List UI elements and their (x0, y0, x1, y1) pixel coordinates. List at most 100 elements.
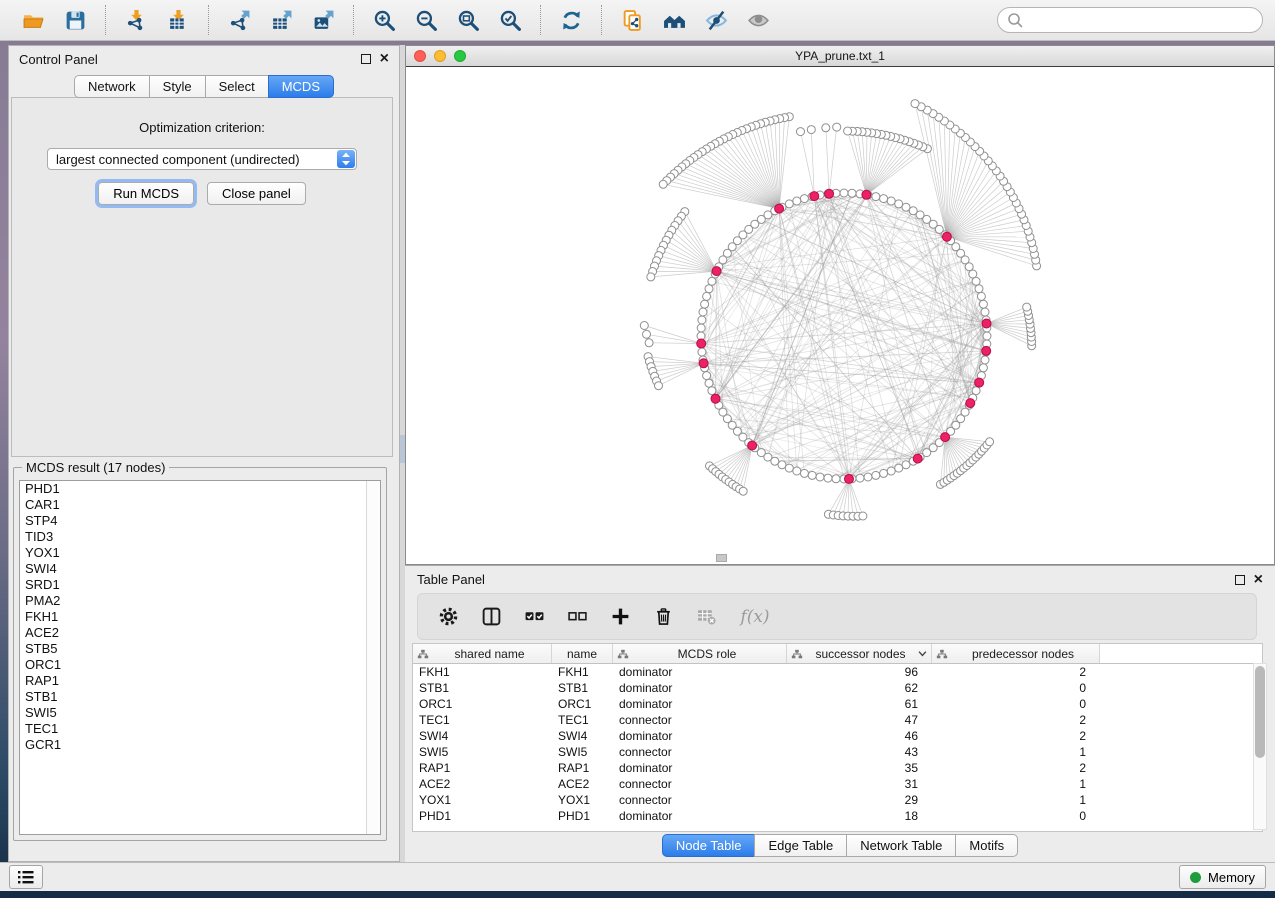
close-panel-icon[interactable]: × (380, 53, 389, 65)
mcds-result-item[interactable]: STB1 (20, 689, 380, 705)
minimize-window-icon[interactable] (434, 50, 446, 62)
network-window-titlebar[interactable]: YPA_prune.txt_1 (406, 46, 1274, 67)
cell-successor_nodes: 18 (787, 808, 932, 824)
save-session-button[interactable] (59, 4, 91, 36)
mcds-result-scrollbar[interactable] (366, 481, 380, 834)
column-header-name[interactable]: name (552, 644, 613, 663)
cell-name: SWI4 (552, 728, 613, 744)
node-table-header: shared namenameMCDS rolesuccessor nodesp… (413, 644, 1262, 664)
optimization-criterion-select[interactable]: largest connected component (undirected) (47, 148, 357, 170)
table-row[interactable]: SWI4SWI4dominator462 (413, 728, 1262, 744)
show-all-button[interactable] (742, 4, 774, 36)
mcds-result-item[interactable]: ORC1 (20, 657, 380, 673)
cell-shared_name: TEC1 (413, 712, 552, 728)
sort-desc-icon (918, 650, 927, 657)
close-table-panel-icon[interactable]: × (1254, 574, 1263, 586)
mcds-result-item[interactable]: ACE2 (20, 625, 380, 641)
mcds-result-item[interactable]: RAP1 (20, 673, 380, 689)
close-window-icon[interactable] (414, 50, 426, 62)
column-header-successor-nodes[interactable]: successor nodes (787, 644, 932, 663)
export-table-button[interactable] (265, 4, 297, 36)
main-toolbar-icons (12, 4, 779, 36)
cell-predecessor_nodes: 0 (932, 808, 1100, 824)
table-row[interactable]: FKH1FKH1dominator962 (413, 664, 1262, 680)
float-panel-icon[interactable] (361, 54, 371, 64)
network-canvas[interactable] (406, 66, 1274, 564)
cell-mcds_role: dominator (613, 808, 787, 824)
app-window: Control Panel × NetworkStyleSelectMCDS O… (0, 0, 1275, 898)
first-neighbors-button[interactable] (658, 4, 690, 36)
close-panel-button[interactable]: Close panel (207, 182, 306, 205)
table-row[interactable]: TEC1TEC1connector472 (413, 712, 1262, 728)
table-row[interactable]: YOX1YOX1connector291 (413, 792, 1262, 808)
float-table-panel-icon[interactable] (1235, 575, 1245, 585)
delete-columns-button[interactable] (650, 604, 676, 630)
table-row[interactable]: STB1STB1dominator620 (413, 680, 1262, 696)
table-scrollbar-thumb[interactable] (1255, 666, 1265, 758)
mcds-result-item[interactable]: GCR1 (20, 737, 380, 753)
hide-selected-button[interactable] (700, 4, 732, 36)
task-history-button[interactable] (9, 865, 43, 889)
mcds-result-item[interactable]: PHD1 (20, 481, 380, 497)
zoom-out-button[interactable] (410, 4, 442, 36)
search-input[interactable] (1029, 12, 1253, 29)
mcds-result-item[interactable]: SRD1 (20, 577, 380, 593)
table-row[interactable]: PHD1PHD1dominator180 (413, 808, 1262, 824)
canvas-scroll-handle[interactable] (716, 554, 727, 562)
table-mode-button[interactable] (435, 604, 461, 630)
import-network-from-file-button[interactable] (120, 4, 152, 36)
select-all-columns-button[interactable] (521, 604, 547, 630)
table-row[interactable]: SWI5SWI5connector431 (413, 744, 1262, 760)
export-image-button[interactable] (307, 4, 339, 36)
clone-network-button[interactable] (616, 4, 648, 36)
zoom-in-button[interactable] (368, 4, 400, 36)
mcds-result-item[interactable]: CAR1 (20, 497, 380, 513)
tab-node-table[interactable]: Node Table (662, 834, 756, 857)
main-toolbar (0, 0, 1275, 41)
mcds-result-item[interactable]: TID3 (20, 529, 380, 545)
mcds-result-item[interactable]: FKH1 (20, 609, 380, 625)
tab-network-table[interactable]: Network Table (846, 834, 956, 857)
create-column-button[interactable] (607, 604, 633, 630)
tab-style[interactable]: Style (149, 75, 206, 98)
network-graph[interactable] (406, 67, 1274, 565)
function-builder-icon: f(x) (740, 607, 769, 627)
cell-name: YOX1 (552, 792, 613, 808)
tab-network[interactable]: Network (74, 75, 150, 98)
tab-select[interactable]: Select (205, 75, 269, 98)
column-header-predecessor-nodes[interactable]: predecessor nodes (932, 644, 1100, 663)
mcds-result-item[interactable]: TEC1 (20, 721, 380, 737)
cell-successor_nodes: 61 (787, 696, 932, 712)
show-columns-button[interactable] (478, 604, 504, 630)
clear-column-selection-button[interactable] (564, 604, 590, 630)
mcds-result-item[interactable]: STP4 (20, 513, 380, 529)
column-header-mcds-role[interactable]: MCDS role (613, 644, 787, 663)
mcds-result-item[interactable]: PMA2 (20, 593, 380, 609)
zoom-selected-region-button[interactable] (494, 4, 526, 36)
tab-mcds[interactable]: MCDS (268, 75, 334, 98)
mcds-result-item[interactable]: STB5 (20, 641, 380, 657)
mcds-result-item[interactable]: SWI4 (20, 561, 380, 577)
cell-shared_name: SWI5 (413, 744, 552, 760)
select-all-columns-icon (524, 606, 545, 627)
cell-successor_nodes: 43 (787, 744, 932, 760)
zoom-fit-content-button[interactable] (452, 4, 484, 36)
table-row[interactable]: ORC1ORC1dominator610 (413, 696, 1262, 712)
import-table-from-file-button[interactable] (162, 4, 194, 36)
table-toolbar: f(x) (417, 593, 1257, 640)
cell-predecessor_nodes: 0 (932, 680, 1100, 696)
tab-motifs[interactable]: Motifs (955, 834, 1018, 857)
open-file-button[interactable] (17, 4, 49, 36)
mcds-result-item[interactable]: SWI5 (20, 705, 380, 721)
table-row[interactable]: RAP1RAP1dominator352 (413, 760, 1262, 776)
run-mcds-button[interactable]: Run MCDS (98, 182, 194, 205)
column-header-shared-name[interactable]: shared name (413, 644, 552, 663)
maximize-window-icon[interactable] (454, 50, 466, 62)
export-network-button[interactable] (223, 4, 255, 36)
apply-preferred-layout-button[interactable] (555, 4, 587, 36)
mcds-result-item[interactable]: YOX1 (20, 545, 380, 561)
table-scrollbar[interactable] (1253, 663, 1267, 830)
memory-button[interactable]: Memory (1179, 865, 1266, 889)
tab-edge-table[interactable]: Edge Table (754, 834, 847, 857)
table-row[interactable]: ACE2ACE2connector311 (413, 776, 1262, 792)
